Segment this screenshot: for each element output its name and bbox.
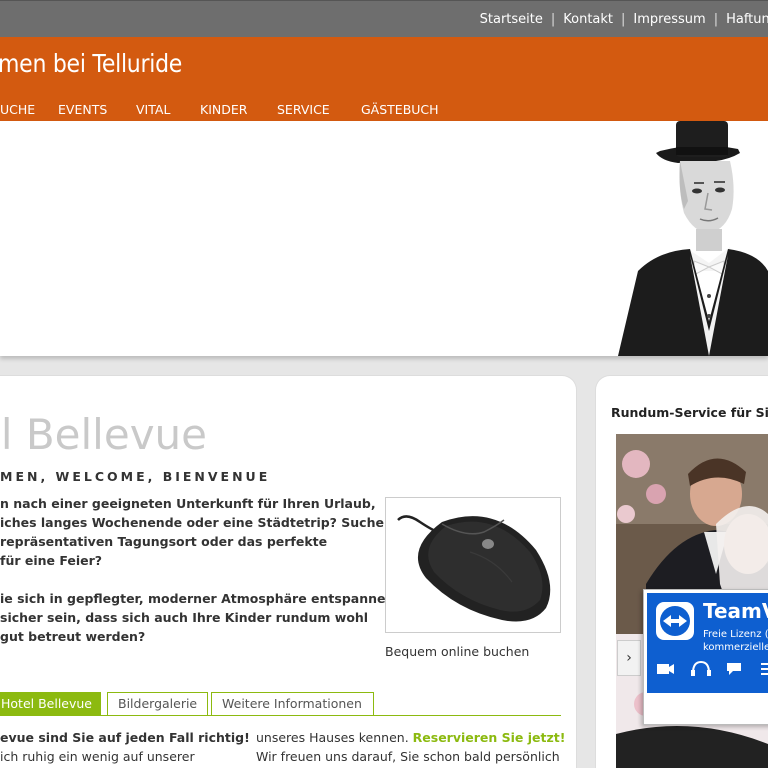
top-links: Startseite | Kontakt | Impressum | Haftung [480,12,768,27]
site-header: men bei Telluride UCHE EVENTS VITAL KIND… [0,37,768,121]
reserve-now-link[interactable]: Reservieren Sie jetzt! [413,730,566,745]
hotel-title: el Bellevue [0,410,208,459]
sidebar-title: Rundum-Service für Sie [611,405,768,420]
teamviewer-logo-icon [656,602,694,640]
welcome-heading: MEN, WELCOME, BIENVENUE [0,469,271,484]
separator: | [550,12,556,27]
site-title: men bei Telluride [0,49,183,78]
list-icon[interactable] [761,663,768,675]
nav-item-events[interactable]: EVENTS [58,102,107,117]
teamviewer-popup: TeamV Freie Lizenz (k kommerzielle [643,589,768,725]
body-line: unseres Hauses kennen. Reservieren Sie j… [256,728,566,747]
headset-icon[interactable] [691,660,711,676]
body-column-left: evue sind Sie auf jeden Fall richtig! ic… [0,728,250,766]
top-bar: Startseite | Kontakt | Impressum | Haftung [0,0,768,37]
teamviewer-title: TeamV [703,599,768,623]
online-booking-promo[interactable] [385,497,561,633]
nav-item-suche[interactable]: UCHE [0,102,35,117]
teamviewer-header: TeamV Freie Lizenz (k kommerzielle [647,593,768,693]
link-kontakt[interactable]: Kontakt [563,12,613,27]
link-impressum[interactable]: Impressum [633,12,705,27]
video-icon[interactable] [657,664,674,674]
computer-mouse-image [397,515,551,622]
intro-text: n nach einer geeigneten Unterkunft für I… [0,494,395,646]
nav-item-gaestebuch[interactable]: GÄSTEBUCH [361,102,439,117]
intro-line: ie sich in gepflegter, moderner Atmosphä… [0,591,395,606]
teamviewer-toolbar [657,660,768,676]
tab-underline [0,715,561,716]
intro-line: iches langes Wochenende oder eine Städte… [0,515,393,530]
body-line: evue sind Sie auf jeden Fall richtig! [0,728,250,747]
intro-line: für eine Feier? [0,553,103,568]
tab-hotel-bellevue[interactable]: Hotel Bellevue [0,692,101,716]
hero-banner [0,121,768,356]
separator: | [713,12,719,27]
nav-item-service[interactable]: SERVICE [277,102,330,117]
separator: | [621,12,626,27]
top-hat-man-image [618,121,768,356]
body-line: ich ruhig ein wenig auf unserer [0,749,195,764]
intro-line: sicher sein, dass sich auch Ihre Kinder … [0,610,369,625]
promo-caption[interactable]: Bequem online buchen [385,644,529,659]
tab-bildergalerie[interactable]: Bildergalerie [107,692,208,716]
body-text: unseres Hauses kennen. [256,730,413,745]
body-line: Wir freuen uns darauf, Sie schon bald pe… [256,749,560,764]
nav-item-vital[interactable]: VITAL [136,102,170,117]
intro-line: gut betreut werden? [0,629,146,644]
link-startseite[interactable]: Startseite [480,12,543,27]
intro-line: repräsentativen Tagungsort oder das perf… [0,534,328,549]
teamviewer-collapse-arrow[interactable]: › [617,640,641,676]
chat-icon[interactable] [727,663,741,675]
link-haftung[interactable]: Haftung [726,12,768,27]
tab-weitere-informationen[interactable]: Weitere Informationen [211,692,374,716]
teamviewer-license-text-2: kommerzielle [703,642,768,653]
body-line-bold: evue sind Sie auf jeden Fall richtig! [0,730,250,745]
nav-item-kinder[interactable]: KINDER [200,102,247,117]
teamviewer-license-text: Freie Lizenz (k [703,629,768,640]
body-column-right: unseres Hauses kennen. Reservieren Sie j… [256,728,566,766]
intro-line: n nach einer geeigneten Unterkunft für I… [0,496,376,511]
